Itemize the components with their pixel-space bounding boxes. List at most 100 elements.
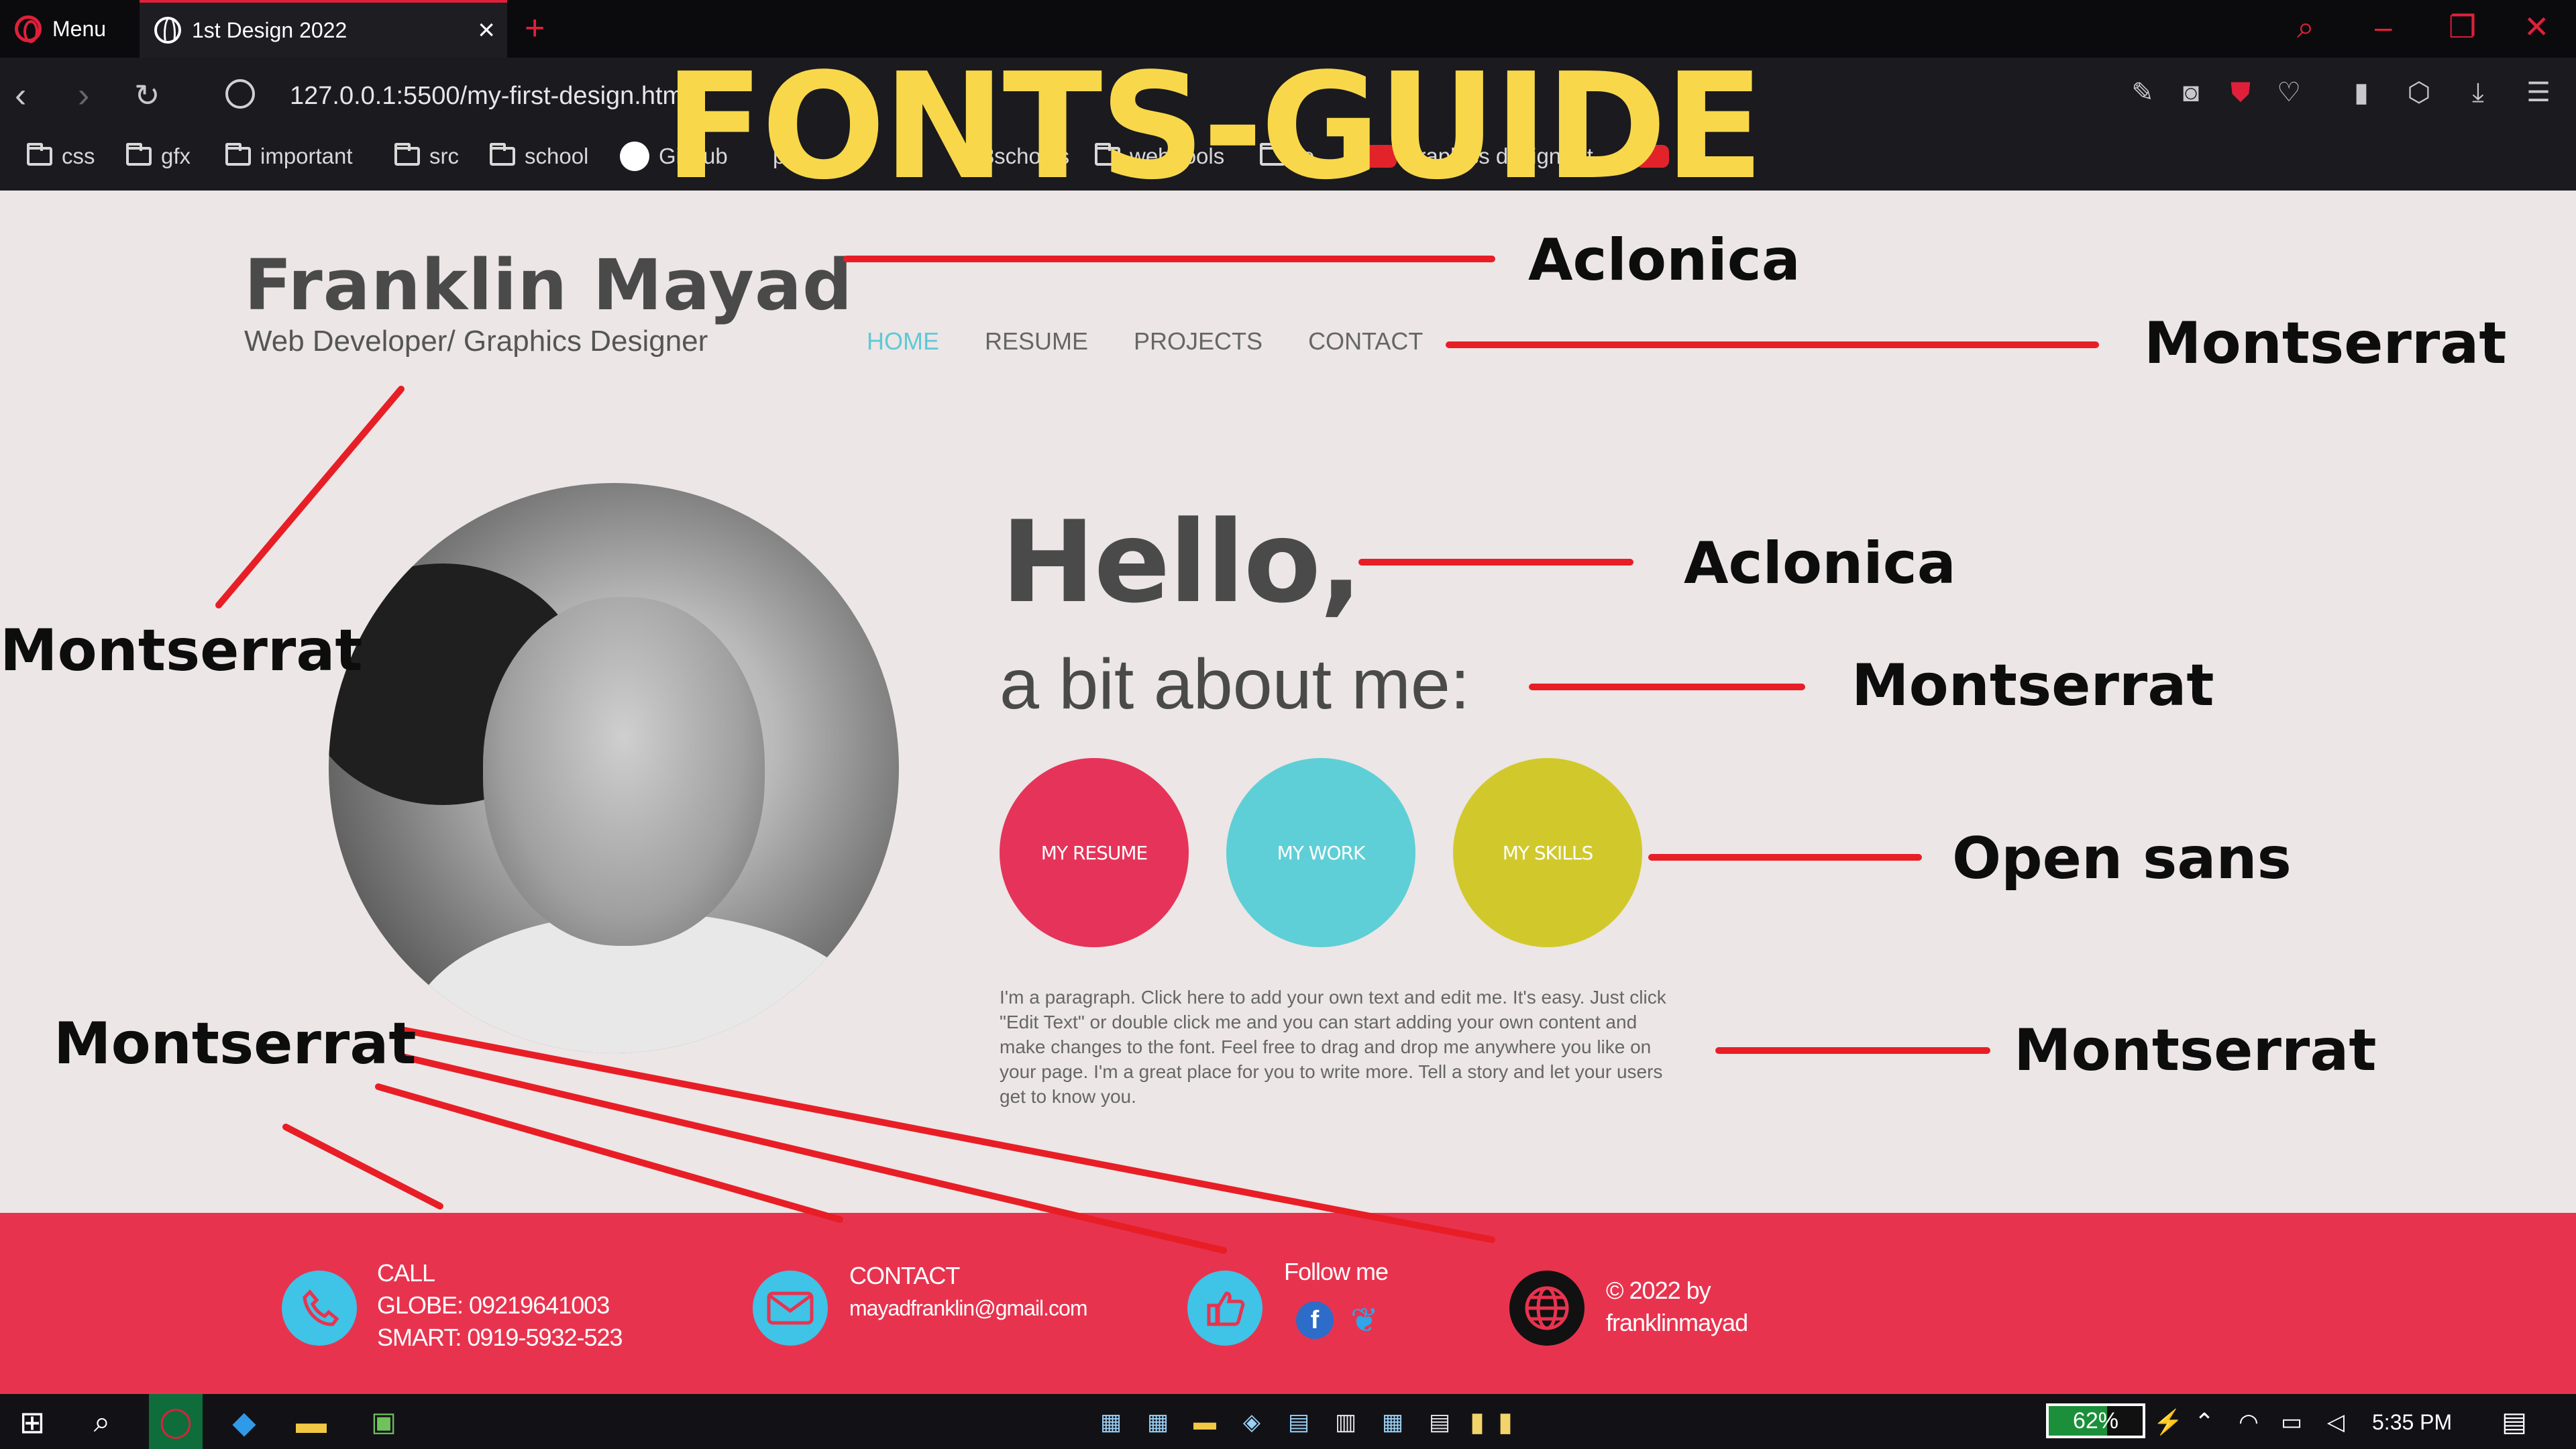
- minimize-icon[interactable]: –: [2375, 7, 2392, 47]
- cube-icon[interactable]: ⬡: [2404, 78, 2434, 107]
- forward-icon[interactable]: ›: [78, 75, 89, 115]
- nav-contact[interactable]: CONTACT: [1308, 327, 1423, 356]
- twitter-icon[interactable]: ❦: [1346, 1301, 1383, 1339]
- opera-logo-icon: [15, 15, 42, 43]
- bookmark-re[interactable]: re: [1260, 140, 1314, 173]
- heart-icon[interactable]: ♡: [2274, 78, 2304, 107]
- site-info-icon[interactable]: [225, 79, 255, 109]
- profile-photo: [329, 483, 899, 1053]
- my-resume-button[interactable]: MY RESUME: [1000, 758, 1189, 947]
- sticky-note-icon[interactable]: ▮: [1488, 1405, 1523, 1440]
- close-window-icon[interactable]: ✕: [2524, 7, 2550, 47]
- clock[interactable]: 5:35 PM: [2372, 1406, 2452, 1438]
- contact-block: CONTACT mayadfranklin@gmail.com: [849, 1260, 1087, 1324]
- bookmark-gfx[interactable]: gfx: [126, 140, 191, 173]
- bookmark-web-tools[interactable]: web-tools: [1095, 140, 1224, 173]
- folder-icon: [394, 143, 420, 166]
- easy-setup-icon[interactable]: ☰: [2524, 78, 2553, 107]
- nav-home[interactable]: HOME: [867, 327, 939, 356]
- site-name: Franklin Mayad: [244, 244, 853, 326]
- photo-face: [483, 597, 765, 946]
- back-icon[interactable]: ‹: [15, 75, 26, 115]
- call-title: CALL: [377, 1259, 435, 1287]
- bookmark-js[interactable]: js: [1635, 140, 1695, 173]
- folder-icon: [490, 143, 515, 166]
- contact-title: CONTACT: [849, 1262, 960, 1289]
- camera-icon[interactable]: ◙: [2176, 78, 2206, 107]
- tray-icon[interactable]: ▬: [1187, 1405, 1222, 1440]
- folder-icon: [126, 143, 152, 166]
- bookmark-important[interactable]: important: [225, 140, 353, 173]
- opera-menu-button[interactable]: Menu: [15, 12, 106, 46]
- tray-icon[interactable]: ▦: [1375, 1405, 1410, 1440]
- copyright-block: © 2022 by franklinmayad: [1606, 1275, 1748, 1339]
- my-skills-button[interactable]: MY SKILLS: [1453, 758, 1642, 947]
- nav-projects[interactable]: PROJECTS: [1134, 327, 1263, 356]
- call-smart: SMART: 0919-5932-523: [377, 1324, 623, 1351]
- search-tabs-icon[interactable]: ⌕: [2297, 7, 2314, 47]
- bookmark-graphics[interactable]: graphics designer t...: [1363, 140, 1611, 173]
- restore-icon[interactable]: ❐: [2449, 7, 2476, 47]
- adblock-shield-icon[interactable]: ⛊: [2226, 78, 2255, 107]
- folder-icon: [225, 143, 251, 166]
- windows-start-icon[interactable]: ⊞: [15, 1405, 50, 1440]
- tray-icon[interactable]: ▥: [1328, 1405, 1363, 1440]
- thumbs-up-icon: [1187, 1271, 1263, 1346]
- tray-icon[interactable]: ▤: [1422, 1405, 1457, 1440]
- bookmark-css[interactable]: css: [27, 140, 95, 173]
- reload-icon[interactable]: ↻: [134, 75, 160, 115]
- tray-icon[interactable]: ◈: [1234, 1405, 1269, 1440]
- chevron-up-icon[interactable]: ⌃: [2187, 1405, 2222, 1440]
- url-field[interactable]: 127.0.0.1:5500/my-first-design.htm: [290, 79, 679, 113]
- page-icon[interactable]: ▮: [2347, 78, 2376, 107]
- nav-resume[interactable]: RESUME: [985, 327, 1088, 356]
- github-icon: [620, 142, 649, 171]
- copyright-line2: franklinmayad: [1606, 1309, 1748, 1336]
- my-work-button[interactable]: MY WORK: [1226, 758, 1415, 947]
- mail-icon: [753, 1271, 828, 1346]
- tray-icon[interactable]: ▦: [1140, 1405, 1175, 1440]
- close-tab-icon[interactable]: ×: [478, 13, 495, 47]
- site-nav: HOME RESUME PROJECTS CONTACT: [867, 327, 1423, 356]
- battery-indicator[interactable]: 62%: [2046, 1403, 2145, 1438]
- contact-email[interactable]: mayadfranklin@gmail.com: [849, 1292, 1087, 1324]
- globe-icon: [154, 17, 181, 44]
- tab-title: 1st Design 2022: [192, 17, 347, 42]
- folder-icon: [1260, 143, 1285, 166]
- battery-icon[interactable]: ▭: [2274, 1405, 2309, 1440]
- follow-title: Follow me: [1284, 1258, 1389, 1285]
- tray-icon[interactable]: ▤: [1281, 1405, 1316, 1440]
- wifi-icon[interactable]: ◠: [2231, 1405, 2266, 1440]
- opera-taskbar-icon[interactable]: ◯: [149, 1394, 203, 1449]
- bookmark-src[interactable]: src: [394, 140, 459, 173]
- youtube-icon: [1635, 145, 1669, 168]
- bookmark-github[interactable]: GitHub: [620, 140, 728, 173]
- power-icon[interactable]: ⚡: [2151, 1405, 2186, 1440]
- share-icon[interactable]: ✎: [2128, 78, 2157, 107]
- folder-icon: [27, 143, 52, 166]
- notifications-icon[interactable]: ▤: [2497, 1405, 2532, 1440]
- folder-icon: [1095, 143, 1120, 166]
- call-globe: GLOBE: 09219641003: [377, 1291, 610, 1319]
- bookmark-w3schools[interactable]: w3schools: [966, 140, 1069, 173]
- phone-icon: [282, 1271, 357, 1346]
- download-icon[interactable]: ⤓: [2463, 78, 2493, 107]
- call-block: CALL GLOBE: 09219641003 SMART: 0919-5932…: [377, 1257, 623, 1354]
- tray-icons[interactable]: ▦: [1093, 1405, 1128, 1440]
- site-tagline: Web Developer/ Graphics Designer: [244, 325, 708, 358]
- search-icon[interactable]: ⌕: [85, 1405, 119, 1440]
- browser-tab[interactable]: 1st Design 2022 ×: [140, 0, 507, 58]
- file-explorer-icon[interactable]: ▬: [294, 1405, 329, 1440]
- hello-heading: Hello,: [1001, 496, 1362, 628]
- bookmark-school[interactable]: school: [490, 140, 588, 173]
- about-heading: a bit about me:: [1000, 645, 1470, 724]
- about-paragraph: I'm a paragraph. Click here to add your …: [1000, 987, 1666, 1107]
- new-tab-button[interactable]: +: [525, 8, 545, 48]
- menu-label: Menu: [52, 16, 107, 41]
- facebook-icon[interactable]: f: [1296, 1301, 1334, 1339]
- app-icon[interactable]: ▣: [366, 1405, 401, 1440]
- bookmark-pk[interactable]: pk: [773, 140, 796, 173]
- copyright-line1: © 2022 by: [1606, 1277, 1711, 1304]
- volume-icon[interactable]: ◁: [2318, 1405, 2353, 1440]
- vscode-icon[interactable]: ◆: [227, 1405, 262, 1440]
